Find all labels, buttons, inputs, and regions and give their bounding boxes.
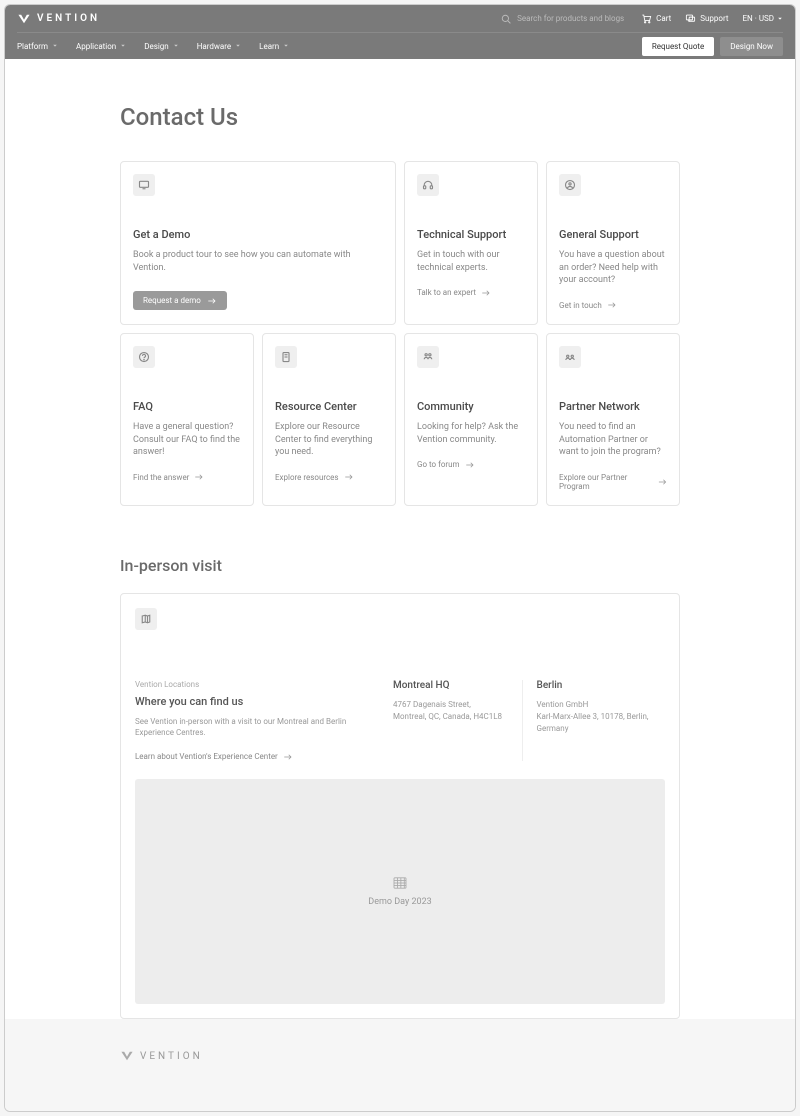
card-link[interactable]: Talk to an expert <box>417 288 525 297</box>
brand-text: VENTION <box>37 13 100 24</box>
search-icon <box>501 14 511 24</box>
card-desc: Explore our Resource Center to find ever… <box>275 421 383 459</box>
arrow-right-icon <box>607 302 617 308</box>
card-desc: You have a question about an order? Need… <box>559 249 667 287</box>
users-icon <box>417 346 439 368</box>
card-desc: Looking for help? Ask the Vention commun… <box>417 421 525 446</box>
card-demo: Get a Demo Book a product tour to see ho… <box>120 161 396 325</box>
arrow-right-icon <box>194 474 204 480</box>
arrow-right-icon <box>481 290 491 296</box>
card-desc: You need to find an Automation Partner o… <box>559 421 667 459</box>
arrow-right-icon <box>283 754 293 760</box>
chevron-down-icon <box>120 43 126 49</box>
nav-learn[interactable]: Learn <box>259 42 289 51</box>
contact-cards-grid: Get a Demo Book a product tour to see ho… <box>120 161 680 506</box>
visit-title: Where you can find us <box>135 695 355 708</box>
map-icon <box>135 608 157 630</box>
locale-selector[interactable]: EN · USD <box>743 14 784 23</box>
cart-link[interactable]: Cart <box>641 13 671 24</box>
visit-heading: In-person visit <box>120 556 680 575</box>
arrow-right-icon <box>344 474 354 480</box>
search[interactable] <box>501 14 627 24</box>
card-title: Get a Demo <box>133 228 383 241</box>
chat-icon <box>685 13 696 24</box>
logo-icon <box>120 1049 134 1063</box>
nav-design[interactable]: Design <box>144 42 178 51</box>
arrow-right-icon <box>207 298 217 304</box>
footer-logo[interactable]: VENTION <box>120 1049 680 1063</box>
card-partner-network: Partner Network You need to find an Auto… <box>546 333 680 506</box>
user-icon <box>559 174 581 196</box>
request-quote-button[interactable]: Request Quote <box>642 37 714 56</box>
card-title: Partner Network <box>559 400 667 413</box>
chevron-down-icon <box>52 43 58 49</box>
media-caption: Demo Day 2023 <box>368 897 431 907</box>
card-title: General Support <box>559 228 667 241</box>
card-faq: FAQ Have a general question? Consult our… <box>120 333 254 506</box>
cart-icon <box>641 13 652 24</box>
card-title: FAQ <box>133 400 241 413</box>
location-berlin: Berlin Vention GmbHKarl-Marx-Allee 3, 10… <box>523 680 666 761</box>
logo-icon <box>17 12 31 26</box>
card-desc: Get in touch with our technical experts. <box>417 249 525 274</box>
question-icon <box>133 346 155 368</box>
header: VENTION Cart Support EN · USD Platform A… <box>5 5 795 59</box>
card-link[interactable]: Find the answer <box>133 473 241 482</box>
headphones-icon <box>417 174 439 196</box>
media-placeholder: Demo Day 2023 <box>135 779 665 1004</box>
card-title: Community <box>417 400 525 413</box>
location-name: Berlin <box>537 680 652 691</box>
chevron-down-icon <box>283 43 289 49</box>
support-link[interactable]: Support <box>685 13 728 24</box>
location-name: Montreal HQ <box>393 680 508 691</box>
arrow-right-icon <box>658 479 667 485</box>
image-icon <box>393 877 407 889</box>
card-resource-center: Resource Center Explore our Resource Cen… <box>262 333 396 506</box>
card-link[interactable]: Go to forum <box>417 460 525 469</box>
nav-application[interactable]: Application <box>76 42 126 51</box>
visit-desc: See Vention in-person with a visit to ou… <box>135 716 355 738</box>
nav-platform[interactable]: Platform <box>17 42 58 51</box>
card-desc: Book a product tour to see how you can a… <box>133 249 383 274</box>
card-desc: Have a general question? Consult our FAQ… <box>133 421 241 459</box>
chevron-down-icon <box>235 43 241 49</box>
search-input[interactable] <box>517 14 627 23</box>
footer: VENTION vention.io Terms Privacy Securit… <box>5 1019 795 1112</box>
page-title: Contact Us <box>120 103 680 131</box>
visit-eyebrow: Vention Locations <box>135 680 355 689</box>
card-link[interactable]: Explore resources <box>275 473 383 482</box>
monitor-icon <box>133 174 155 196</box>
card-tech-support: Technical Support Get in touch with our … <box>404 161 538 325</box>
card-title: Resource Center <box>275 400 383 413</box>
card-community: Community Looking for help? Ask the Vent… <box>404 333 538 506</box>
chevron-down-icon <box>173 43 179 49</box>
chevron-down-icon <box>777 16 783 22</box>
card-link[interactable]: Get in touch <box>559 301 667 310</box>
arrow-right-icon <box>465 462 475 468</box>
brand-logo[interactable]: VENTION <box>17 12 100 26</box>
location-montreal: Montreal HQ 4767 Dagenais Street,Montrea… <box>379 680 523 761</box>
design-now-button[interactable]: Design Now <box>720 37 783 56</box>
card-general-support: General Support You have a question abou… <box>546 161 680 325</box>
document-icon <box>275 346 297 368</box>
main-content: Contact Us Get a Demo Book a product tou… <box>5 59 795 1019</box>
visit-card: Vention Locations Where you can find us … <box>120 593 680 1019</box>
card-link[interactable]: Explore our Partner Program <box>559 473 667 491</box>
card-title: Technical Support <box>417 228 525 241</box>
team-icon <box>559 346 581 368</box>
request-demo-button[interactable]: Request a demo <box>133 291 227 310</box>
nav-hardware[interactable]: Hardware <box>197 42 241 51</box>
visit-link[interactable]: Learn about Vention's Experience Center <box>135 752 355 761</box>
